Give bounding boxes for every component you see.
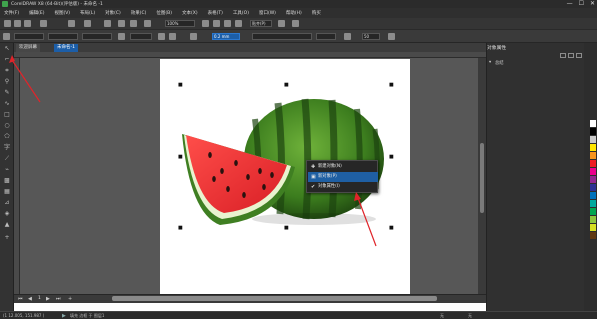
annotation-arrows (9, 55, 377, 247)
